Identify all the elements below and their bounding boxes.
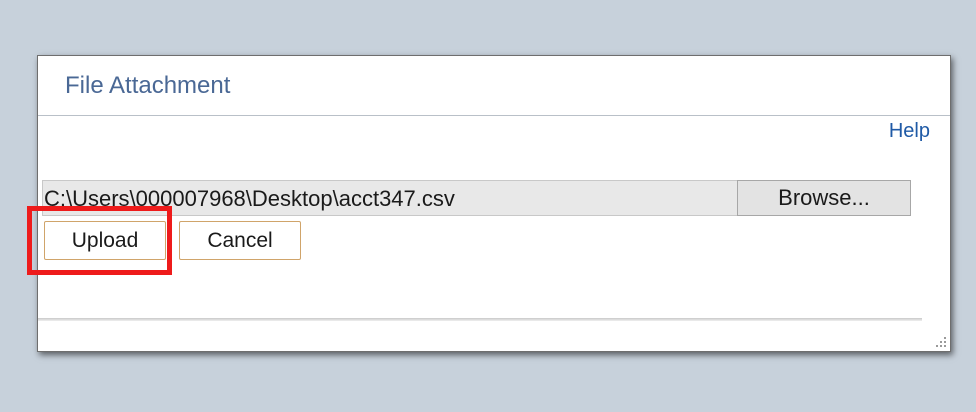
file-path-field[interactable] [43, 181, 738, 217]
dialog-title-bar[interactable]: File Attachment [38, 56, 950, 115]
help-link[interactable]: Help [889, 120, 930, 143]
cancel-button[interactable]: Cancel [179, 221, 301, 260]
title-divider [38, 115, 950, 116]
file-picker: Browse... [42, 180, 911, 217]
upload-button[interactable]: Upload [44, 221, 166, 260]
footer-divider [38, 318, 922, 321]
browse-button[interactable]: Browse... [737, 180, 911, 216]
file-attachment-dialog: File Attachment Help Browse... Upload Ca… [27, 55, 951, 352]
resize-grip-icon[interactable] [931, 332, 947, 348]
dialog-title: File Attachment [65, 72, 231, 99]
